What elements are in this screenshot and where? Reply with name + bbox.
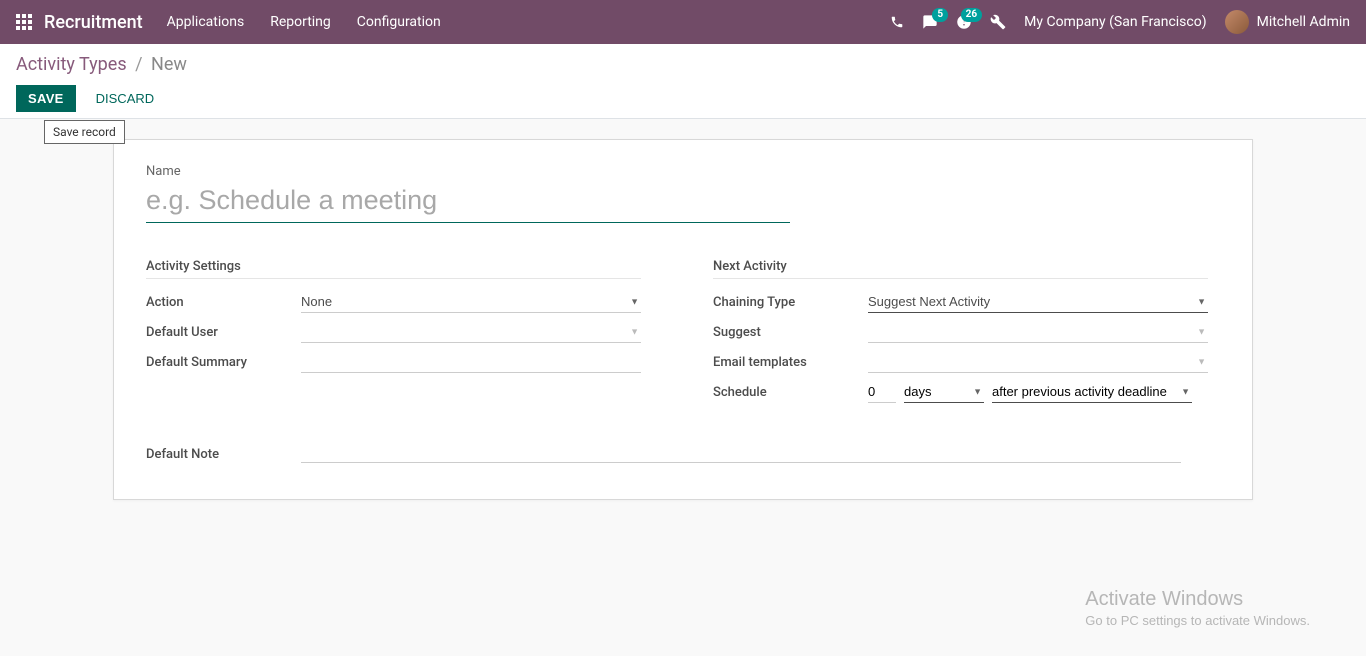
suggest-label: Suggest bbox=[713, 325, 868, 340]
schedule-number-input[interactable] bbox=[868, 381, 896, 403]
schedule-unit-select[interactable] bbox=[904, 381, 984, 403]
company-switcher[interactable]: My Company (San Francisco) bbox=[1024, 14, 1206, 30]
activities-icon[interactable]: 26 bbox=[956, 14, 972, 30]
breadcrumb-root[interactable]: Activity Types bbox=[16, 54, 127, 75]
email-templates-label: Email templates bbox=[713, 355, 868, 370]
app-name[interactable]: Recruitment bbox=[44, 12, 143, 33]
group-next-activity-title: Next Activity bbox=[713, 259, 1208, 279]
default-user-label: Default User bbox=[146, 325, 301, 340]
discard-button[interactable]: DISCARD bbox=[86, 85, 165, 112]
save-tooltip: Save record bbox=[44, 120, 125, 144]
watermark-sub: Go to PC settings to activate Windows. bbox=[1085, 613, 1310, 628]
schedule-label: Schedule bbox=[713, 385, 868, 400]
save-button[interactable]: SAVE bbox=[16, 85, 76, 112]
nav-configuration[interactable]: Configuration bbox=[357, 14, 441, 30]
action-label: Action bbox=[146, 295, 301, 310]
avatar bbox=[1225, 10, 1249, 34]
breadcrumb-sep: / bbox=[135, 54, 142, 75]
messages-badge: 5 bbox=[932, 8, 948, 22]
default-user-select[interactable] bbox=[301, 321, 641, 343]
breadcrumb: Activity Types / New bbox=[16, 54, 1350, 75]
name-label: Name bbox=[146, 164, 1220, 179]
default-note-editor[interactable] bbox=[301, 443, 1181, 463]
schedule-from-select[interactable] bbox=[992, 381, 1192, 403]
group-activity-settings-title: Activity Settings bbox=[146, 259, 641, 279]
messages-icon[interactable]: 5 bbox=[922, 14, 938, 30]
apps-icon[interactable] bbox=[16, 14, 32, 30]
email-templates-select[interactable] bbox=[868, 351, 1208, 373]
default-note-label: Default Note bbox=[146, 443, 301, 462]
default-summary-input[interactable] bbox=[301, 351, 641, 373]
action-select[interactable] bbox=[301, 291, 641, 313]
watermark-title: Activate Windows bbox=[1085, 588, 1310, 611]
name-input[interactable] bbox=[146, 183, 790, 223]
user-name: Mitchell Admin bbox=[1257, 14, 1350, 30]
debug-icon[interactable] bbox=[990, 14, 1006, 30]
activities-badge: 26 bbox=[961, 8, 982, 22]
suggest-select[interactable] bbox=[868, 321, 1208, 343]
breadcrumb-current: New bbox=[151, 54, 187, 75]
phone-icon[interactable] bbox=[890, 15, 904, 29]
windows-watermark: Activate Windows Go to PC settings to ac… bbox=[1085, 588, 1310, 628]
nav-reporting[interactable]: Reporting bbox=[270, 14, 331, 30]
chaining-type-label: Chaining Type bbox=[713, 295, 868, 310]
nav-applications[interactable]: Applications bbox=[167, 14, 245, 30]
user-menu[interactable]: Mitchell Admin bbox=[1225, 10, 1350, 34]
default-summary-label: Default Summary bbox=[146, 355, 301, 370]
chaining-type-select[interactable] bbox=[868, 291, 1208, 313]
